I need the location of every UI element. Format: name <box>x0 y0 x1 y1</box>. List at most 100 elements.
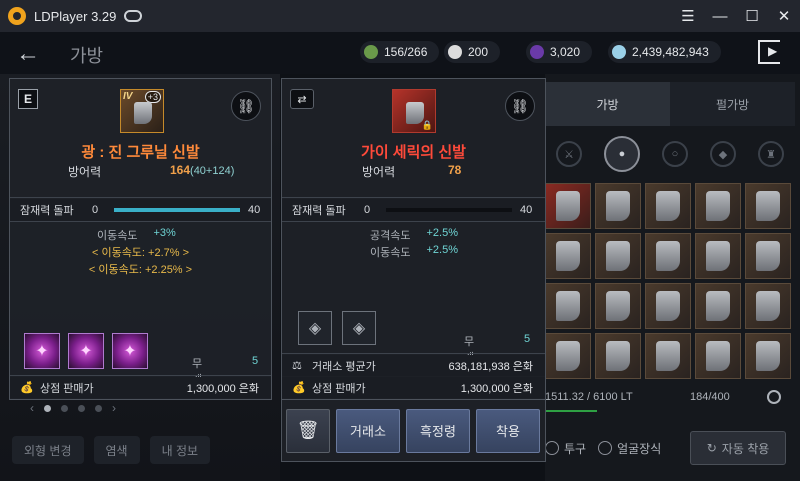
tab-bag[interactable]: 가방 <box>545 82 670 126</box>
boots-icon <box>134 102 152 124</box>
boots-icon <box>556 341 580 371</box>
weapon-filter-icon[interactable]: ⚔ <box>556 141 582 167</box>
shop-price-row: 💰 상점 판매가 1,300,000 은화 <box>10 377 271 398</box>
inventory-slot[interactable] <box>595 283 641 329</box>
potential-label: 잠재력 돌파 <box>20 205 74 217</box>
inventory-slot[interactable] <box>645 283 691 329</box>
auto-equip-button[interactable]: ↻ 자동 착용 <box>690 431 786 465</box>
settings-icon[interactable] <box>767 390 781 404</box>
stat-value: 78 <box>448 163 462 177</box>
inventory-slot[interactable] <box>695 333 741 379</box>
shop-price-value: 1,300,000 은화 <box>186 382 259 395</box>
page-title: 가방 <box>70 46 104 66</box>
pager-dot[interactable] <box>61 404 68 412</box>
weight-icon <box>364 45 378 59</box>
diamond-icon <box>612 45 626 59</box>
potential-min: 0 <box>92 204 99 216</box>
inventory-filters: ⚔ ● ○ ◆ ♜ <box>545 133 795 175</box>
boots-icon <box>656 291 680 321</box>
boots-icon <box>656 191 680 221</box>
inventory-slot[interactable] <box>645 333 691 379</box>
boots-icon <box>606 191 630 221</box>
inventory-slot[interactable] <box>595 333 641 379</box>
inventory-slot[interactable] <box>745 283 791 329</box>
crystal-icon[interactable]: ✦ <box>24 333 60 369</box>
dark-orb-icon <box>530 45 544 59</box>
compare-swap-icon[interactable]: ⇄ <box>290 89 314 109</box>
pager-dot[interactable] <box>44 404 51 412</box>
pager-dot[interactable] <box>95 404 102 412</box>
window-controls: ☰ — ☐ ✕ <box>672 0 800 32</box>
black-spirit-button[interactable]: 흑정령 <box>406 408 470 453</box>
money-bag-icon: 💰 <box>292 382 306 394</box>
inventory-slot[interactable] <box>695 283 741 329</box>
gamepad-icon[interactable] <box>124 10 143 22</box>
misc-filter-icon[interactable]: ♜ <box>758 141 784 167</box>
shop-price-label: 상점 판매가 <box>312 382 366 395</box>
equipped-item-icon: IV +3 <box>120 89 164 133</box>
add-crystal-icon[interactable]: ◈ <box>298 311 332 345</box>
stat-value-breakdown: (40+124) <box>190 165 235 177</box>
accessory-filter-icon[interactable]: ○ <box>662 141 688 167</box>
market-button[interactable]: 거래소 <box>336 408 400 453</box>
market-price-value: 638,181,938 은화 <box>448 360 533 373</box>
crystal-icon[interactable]: ✦ <box>112 333 148 369</box>
weight-value: 5 <box>524 333 531 345</box>
compared-item-tooltip: ⇄ 🔒 ⛓ 가이 세릭의 신발 방어력 78 잠재력 돌파 0 40 공격속도 … <box>281 78 546 400</box>
pager-dot[interactable] <box>78 404 85 412</box>
back-arrow-icon[interactable]: ← <box>16 40 40 68</box>
link-icon[interactable]: ⛓ <box>505 91 535 121</box>
resource-pearl-value: 200 <box>468 45 489 59</box>
character-actions: 외형 변경 염색 내 정보 <box>0 430 211 470</box>
tab-pearl-bag[interactable]: 펄가방 <box>670 82 795 126</box>
maximize-button[interactable]: ☐ <box>736 0 768 32</box>
sub-stats: 이동속도 +3% < 이동속도: +2.7% > < 이동속도: +2.25% … <box>10 227 271 278</box>
inventory-slot[interactable] <box>645 183 691 229</box>
face-accessory-toggle[interactable]: 얼굴장식 <box>598 440 661 457</box>
crystal-icon[interactable]: ✦ <box>68 333 104 369</box>
face-accessory-toggle-label: 얼굴장식 <box>617 441 662 456</box>
my-info-button[interactable]: 내 정보 <box>149 436 211 464</box>
display-options: 투구 얼굴장식 <box>545 432 661 464</box>
trash-icon[interactable]: 🗑 <box>286 408 330 453</box>
exit-icon[interactable] <box>758 40 780 64</box>
market-price-label: 거래소 평균가 <box>312 360 376 373</box>
potential-max: 40 <box>248 204 261 216</box>
boots-icon <box>756 341 780 371</box>
material-filter-icon[interactable]: ◆ <box>710 141 736 167</box>
inventory-slot[interactable] <box>745 183 791 229</box>
appearance-button[interactable]: 외형 변경 <box>12 436 84 464</box>
boots-icon <box>606 291 630 321</box>
inventory-slot[interactable] <box>595 183 641 229</box>
inventory-slot-count: 184/400 <box>690 391 730 403</box>
inventory-slot[interactable] <box>695 183 741 229</box>
add-crystal-icon[interactable]: ◈ <box>342 311 376 345</box>
armor-filter-icon[interactable]: ● <box>604 136 640 172</box>
inventory-slot[interactable] <box>595 233 641 279</box>
equip-button[interactable]: 착용 <box>476 408 540 453</box>
resource-diamond-value: 2,439,482,943 <box>632 45 709 59</box>
game-header: ← 가방 156/266 200 3,020 2,439,482,943 <box>0 32 800 74</box>
pager-next-icon[interactable]: › <box>112 401 116 415</box>
inventory-slot[interactable] <box>745 233 791 279</box>
boots-icon <box>656 341 680 371</box>
item-actions: 🗑 거래소 흑정령 착용 <box>281 400 546 462</box>
inventory-slot[interactable] <box>545 233 591 279</box>
link-icon[interactable]: ⛓ <box>231 91 261 121</box>
money-bag-icon: 💰 <box>20 382 34 394</box>
inventory-slot[interactable] <box>545 333 591 379</box>
menu-button[interactable]: ☰ <box>672 0 704 32</box>
helmet-toggle[interactable]: 투구 <box>545 440 586 457</box>
inventory-slot[interactable] <box>645 233 691 279</box>
minimize-button[interactable]: — <box>704 0 736 32</box>
ldplayer-logo-icon <box>8 7 26 25</box>
dye-button[interactable]: 염색 <box>93 436 140 464</box>
inventory-slot[interactable] <box>745 333 791 379</box>
scale-icon: ⚖ <box>292 360 302 372</box>
close-button[interactable]: ✕ <box>768 0 800 32</box>
pager-prev-icon[interactable]: ‹ <box>30 401 34 415</box>
inventory-slot[interactable] <box>545 183 591 229</box>
inventory-slot[interactable] <box>545 283 591 329</box>
inventory-slot[interactable] <box>695 233 741 279</box>
inventory-tabs: 가방 펄가방 <box>545 82 795 126</box>
